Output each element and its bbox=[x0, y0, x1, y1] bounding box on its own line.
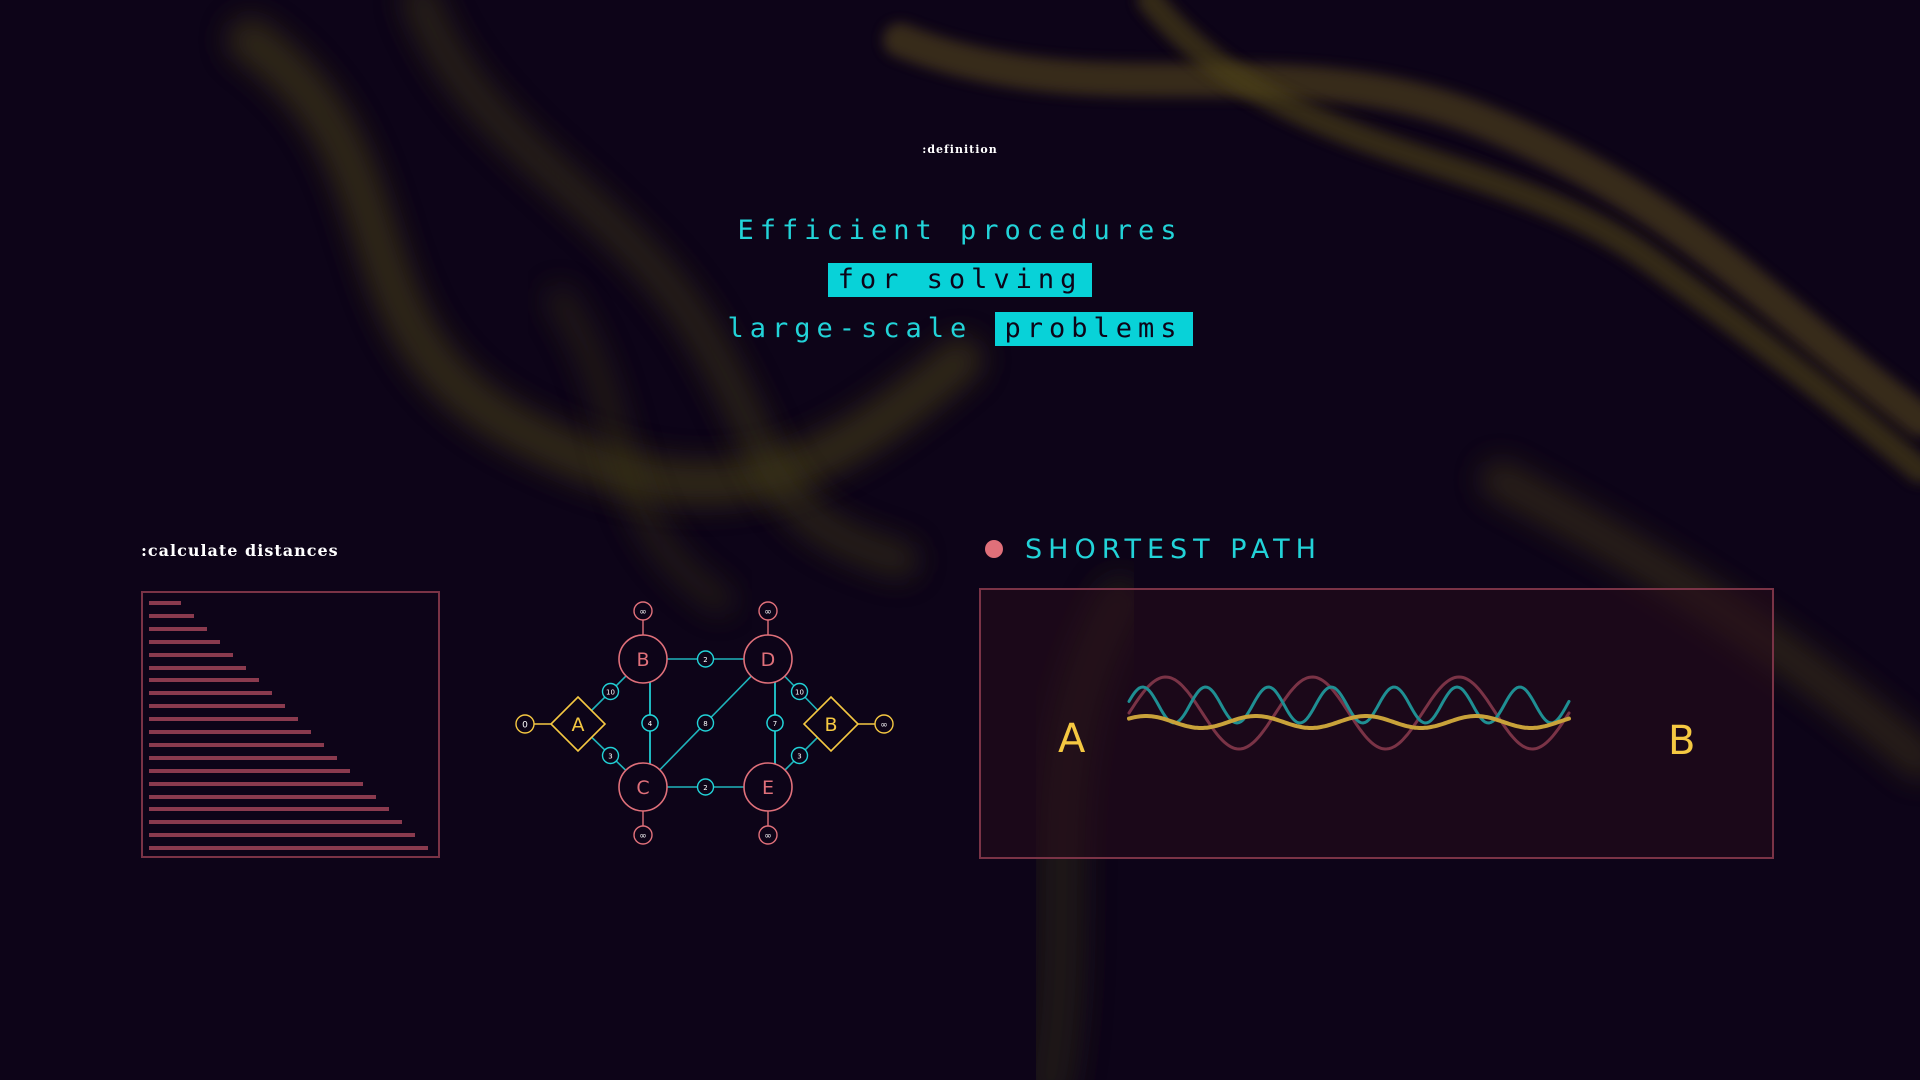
distance-bar bbox=[149, 626, 207, 631]
shortest-path-title: SHORTEST PATH bbox=[1025, 533, 1322, 565]
headline-line-2: for solving bbox=[0, 255, 1920, 304]
distance-bar bbox=[149, 730, 311, 734]
distance-bar bbox=[149, 652, 233, 657]
graph-node-label: C bbox=[636, 777, 649, 799]
distance-bar bbox=[149, 794, 376, 799]
shortest-path-panel: A B bbox=[979, 588, 1774, 859]
edge-weight-label: 8 bbox=[703, 720, 707, 728]
maroon-wave bbox=[1127, 675, 1571, 751]
distance-bar bbox=[149, 820, 402, 825]
headline-text-3: large-scale bbox=[727, 313, 973, 344]
distance-value: ∞ bbox=[764, 608, 772, 618]
distance-bar bbox=[149, 846, 428, 851]
distance-bar bbox=[149, 691, 272, 696]
distance-bar bbox=[149, 601, 181, 605]
distance-bar bbox=[149, 742, 324, 747]
headline-highlight-2: problems bbox=[994, 312, 1193, 346]
edge-weight-label: 7 bbox=[773, 720, 777, 728]
distance-bar bbox=[149, 717, 298, 722]
graph-node-label: B bbox=[824, 714, 837, 736]
edge-weight-label: 10 bbox=[606, 689, 615, 697]
path-waves bbox=[1127, 675, 1571, 751]
distance-bar bbox=[149, 639, 220, 644]
distance-bar bbox=[149, 807, 389, 812]
distances-bar-panel bbox=[141, 591, 440, 858]
graph-node-label: A bbox=[572, 714, 585, 736]
weighted-graph: 1032142897103∞∞∞∞0∞ABDCEB bbox=[515, 601, 894, 845]
edge-weight-label: 3 bbox=[797, 753, 801, 761]
distance-value: ∞ bbox=[880, 721, 888, 731]
status-dot-icon bbox=[985, 540, 1003, 558]
headline-text-1: Efficient procedures bbox=[737, 215, 1183, 246]
headline-line-1: Efficient procedures bbox=[0, 206, 1920, 255]
headline-highlight-1: for solving bbox=[827, 263, 1093, 297]
distance-value: 0 bbox=[522, 721, 528, 731]
distance-bar bbox=[149, 704, 285, 709]
distance-bar bbox=[149, 755, 337, 760]
graph-node-label: D bbox=[761, 649, 776, 671]
edge-weight-label: 2 bbox=[703, 656, 707, 664]
distance-bar bbox=[149, 665, 246, 670]
distance-value: ∞ bbox=[639, 832, 647, 842]
path-start-label: A bbox=[1058, 716, 1086, 762]
distance-value: ∞ bbox=[764, 832, 772, 842]
path-end-label: B bbox=[1668, 718, 1696, 764]
background-particle-ribbons bbox=[227, 0, 1920, 1080]
headline-line-3: large-scale problems bbox=[0, 304, 1920, 353]
distance-bar bbox=[149, 781, 363, 786]
distance-bar bbox=[149, 613, 194, 618]
edge-weight-label: 3 bbox=[608, 753, 612, 761]
calculate-distances-label: :calculate distances bbox=[141, 541, 339, 560]
graph-node-label: B bbox=[636, 649, 649, 671]
graph-node-label: E bbox=[762, 777, 774, 799]
distance-value: ∞ bbox=[639, 608, 647, 618]
edge-weight-label: 4 bbox=[648, 720, 653, 728]
distance-bar bbox=[149, 768, 350, 773]
distance-bar bbox=[149, 833, 415, 838]
section-kicker: :definition bbox=[922, 143, 998, 156]
distance-bar bbox=[149, 678, 259, 683]
edge-weight-label: 2 bbox=[703, 784, 707, 792]
shortest-path-header: SHORTEST PATH bbox=[985, 533, 1322, 565]
headline: Efficient procedures for solving large-s… bbox=[0, 206, 1920, 353]
edge-weight-label: 10 bbox=[795, 689, 804, 697]
